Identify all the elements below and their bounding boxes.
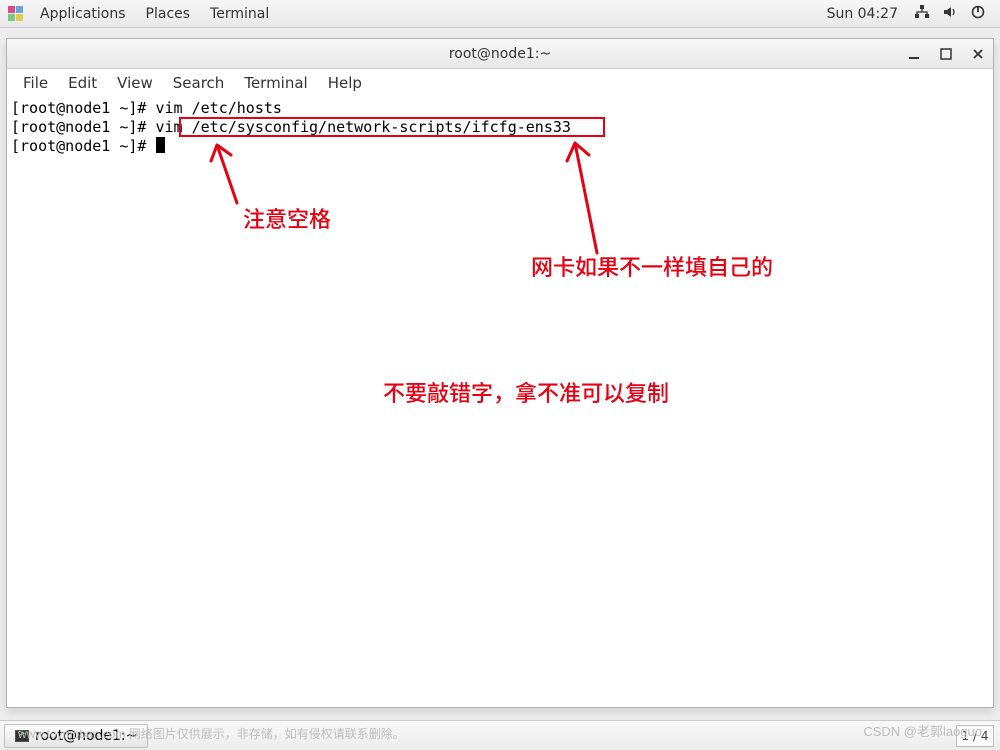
power-icon[interactable]	[964, 4, 992, 24]
volume-icon[interactable]	[936, 4, 964, 24]
menu-terminal[interactable]: Terminal	[234, 74, 317, 92]
menu-search[interactable]: Search	[163, 74, 235, 92]
maximize-button[interactable]	[937, 45, 955, 63]
terminal-menubar: File Edit View Search Terminal Help	[7, 69, 993, 97]
terminal-line-1: [root@node1 ~]# vim /etc/hosts	[11, 99, 989, 118]
annotation-text-space: 注意空格	[243, 209, 331, 228]
menu-view[interactable]: View	[107, 74, 163, 92]
network-icon[interactable]	[908, 4, 936, 24]
gnome-top-panel: Applications Places Terminal Sun 04:27	[0, 0, 1000, 28]
close-button[interactable]	[969, 45, 987, 63]
annotation-highlight-box	[179, 117, 605, 137]
terminal-cursor	[156, 137, 165, 153]
panel-places[interactable]: Places	[136, 6, 201, 22]
terminal-window: root@node1:~ File Edit View Search Termi…	[6, 38, 994, 708]
activities-icon	[8, 6, 24, 22]
menu-help[interactable]: Help	[318, 74, 372, 92]
panel-clock[interactable]: Sun 04:27	[817, 6, 908, 22]
panel-applications[interactable]: Applications	[30, 6, 136, 22]
terminal-line-3: [root@node1 ~]#	[11, 137, 989, 156]
window-title: root@node1:~	[449, 46, 551, 62]
menu-edit[interactable]: Edit	[58, 74, 107, 92]
menu-file[interactable]: File	[13, 74, 58, 92]
minimize-button[interactable]	[905, 45, 923, 63]
annotation-text-typo: 不要敲错字，拿不准可以复制	[383, 383, 669, 402]
annotation-text-nic: 网卡如果不一样填自己的	[531, 257, 773, 276]
watermark-right: CSDN @老郭laoguo	[863, 721, 982, 740]
panel-terminal[interactable]: Terminal	[200, 6, 279, 22]
window-titlebar[interactable]: root@node1:~	[7, 39, 993, 69]
terminal-content[interactable]: [root@node1 ~]# vim /etc/hosts [root@nod…	[7, 97, 993, 707]
watermark-left: www.toymoban.com 网络图片仅供展示，非存储，如有侵权请联系删除。	[18, 725, 405, 742]
